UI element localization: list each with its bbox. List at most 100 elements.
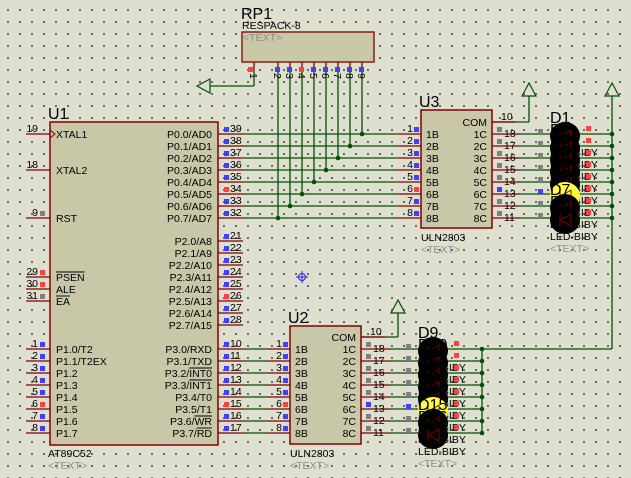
pin-state-high-indicator: [586, 138, 591, 143]
junction-dot: [479, 430, 485, 436]
driver-pin-name: 2B: [295, 356, 308, 368]
pin-state-low-indicator: [347, 67, 352, 72]
com-pin-number: 10: [370, 326, 382, 338]
junction-dot: [347, 143, 353, 149]
driver-pin-name: 7B: [295, 416, 308, 428]
pin-state-low-indicator: [224, 246, 229, 251]
u1-pin-name: P3.4/T0: [175, 392, 212, 404]
pin-state-high-indicator: [224, 402, 229, 407]
driver-pin-name: 6B: [295, 404, 308, 416]
junction-dot: [275, 215, 281, 221]
driver-pin-name: 7C: [343, 416, 357, 428]
driver-pin-name: 3B: [295, 368, 308, 380]
rp1-text-placeholder: <TEXT>: [243, 32, 282, 44]
pin-state-float-indicator: [406, 392, 411, 397]
u1-pin-number: 5: [32, 386, 38, 398]
pin-state-low-indicator: [283, 342, 288, 347]
led-text-placeholder: <TEXT>: [418, 458, 457, 470]
power-terminal-icon[interactable]: [520, 81, 538, 97]
driver-pin-name: 6B: [426, 189, 439, 201]
pin-state-high-indicator: [586, 210, 591, 215]
pin-state-low-indicator: [224, 139, 229, 144]
junction-dot: [479, 418, 485, 424]
pin-state-low-indicator: [406, 404, 411, 409]
driver-pin-name: 3C: [474, 153, 488, 165]
power-terminal-icon[interactable]: [389, 298, 407, 314]
ground-terminal-icon[interactable]: [195, 77, 211, 95]
driver-pin-name: 3B: [426, 153, 439, 165]
driver-pin-name: 2C: [343, 356, 357, 368]
junction-dot: [609, 179, 615, 185]
u1-pin-name: P0.3/AD3: [167, 165, 212, 177]
driver-pin-number: 6: [407, 183, 413, 195]
pin-state-low-indicator: [283, 354, 288, 359]
driver-pin-name: 1C: [474, 129, 488, 141]
u1-pin-name: RST: [56, 213, 78, 225]
junction-dot: [479, 370, 485, 376]
led-unlit[interactable]: [550, 206, 580, 234]
driver-pin-number: 15: [373, 379, 385, 391]
pin-state-low-indicator: [335, 67, 340, 72]
junction-dot: [609, 203, 615, 209]
junction-dot: [609, 167, 615, 173]
driver-pin-number: 5: [407, 171, 413, 183]
driver-pin-name: 5C: [343, 392, 357, 404]
schematic-canvas[interactable]: RP1RESPACK-8<TEXT>1 2 3 4 5 6 7 8 9U1AT89C52<TEX…: [0, 0, 631, 478]
u1-pin-number: 18: [26, 159, 38, 171]
pin-state-float-indicator: [497, 175, 502, 180]
u1-pin-name: P2.2/A10: [169, 260, 212, 272]
power-terminal-icon[interactable]: [603, 81, 621, 97]
driver-pin-name: 8B: [426, 213, 439, 225]
u1-pin-number: 27: [230, 302, 242, 314]
driver-pin-number: 16: [504, 152, 516, 164]
driver-part-label: ULN2803: [421, 232, 466, 244]
driver-pin-name: 4C: [474, 165, 488, 177]
junction-dot: [287, 203, 293, 209]
driver-pin-name: 1B: [426, 129, 439, 141]
driver-pin-name: 1B: [295, 344, 308, 356]
driver-pin-number: 4: [276, 374, 282, 386]
u1-pin-name: XTAL1: [56, 129, 87, 141]
pin-state-float-indicator: [40, 294, 45, 299]
driver-pin-name: 2B: [426, 141, 439, 153]
u1-pin-number: 22: [230, 242, 242, 254]
u1-pin-name: P0.5/AD5: [167, 189, 212, 201]
pin-state-float-indicator: [538, 177, 543, 182]
driver-pin-name: 2C: [474, 141, 488, 153]
pin-state-float-indicator: [538, 141, 543, 146]
pin-state-high-indicator: [40, 270, 45, 275]
pin-state-float-indicator: [497, 127, 502, 132]
driver-part-label: ULN2803: [290, 448, 335, 460]
junction-dot: [311, 179, 317, 185]
driver-pin-number: 13: [373, 403, 385, 415]
u1-pin-number: 28: [230, 314, 242, 326]
pin-state-low-indicator: [414, 139, 419, 144]
u1-pin-number: 39: [230, 123, 242, 135]
pin-state-float-indicator: [538, 201, 543, 206]
u1-pin-name: P1.0/T2: [56, 344, 93, 356]
driver-pin-number: 5: [276, 386, 282, 398]
driver-pin-number: 8: [407, 207, 413, 219]
led-unlit[interactable]: [418, 421, 448, 449]
u1-pin-name: P1.3: [56, 380, 78, 392]
pin-state-low-indicator: [414, 175, 419, 180]
led-part-label: LED-BIBY: [418, 446, 466, 458]
pin-state-high-indicator: [224, 294, 229, 299]
driver-pin-name: 8B: [295, 428, 308, 440]
u1-pin-name: P0.4/AD4: [167, 177, 212, 189]
rp1-pin-number: 4: [295, 73, 307, 79]
u1-pin-number: 13: [230, 374, 242, 386]
pin-state-low-indicator: [275, 67, 280, 72]
pin-state-low-indicator: [224, 270, 229, 275]
pin-state-low-indicator: [40, 342, 45, 347]
pin-state-low-indicator: [224, 354, 229, 359]
pin-state-high-indicator: [40, 402, 45, 407]
pin-state-high-indicator: [454, 401, 459, 406]
u1-pin-number: 25: [230, 278, 242, 290]
rp1-pin-number: 9: [355, 73, 367, 79]
u1-pin-number: 31: [26, 290, 38, 302]
rp1-pin-number: 2: [271, 73, 283, 79]
pin-state-low-indicator: [224, 175, 229, 180]
driver-pin-name: 5B: [295, 392, 308, 404]
u1-pin-name: P1.1/T2EX: [56, 356, 107, 368]
